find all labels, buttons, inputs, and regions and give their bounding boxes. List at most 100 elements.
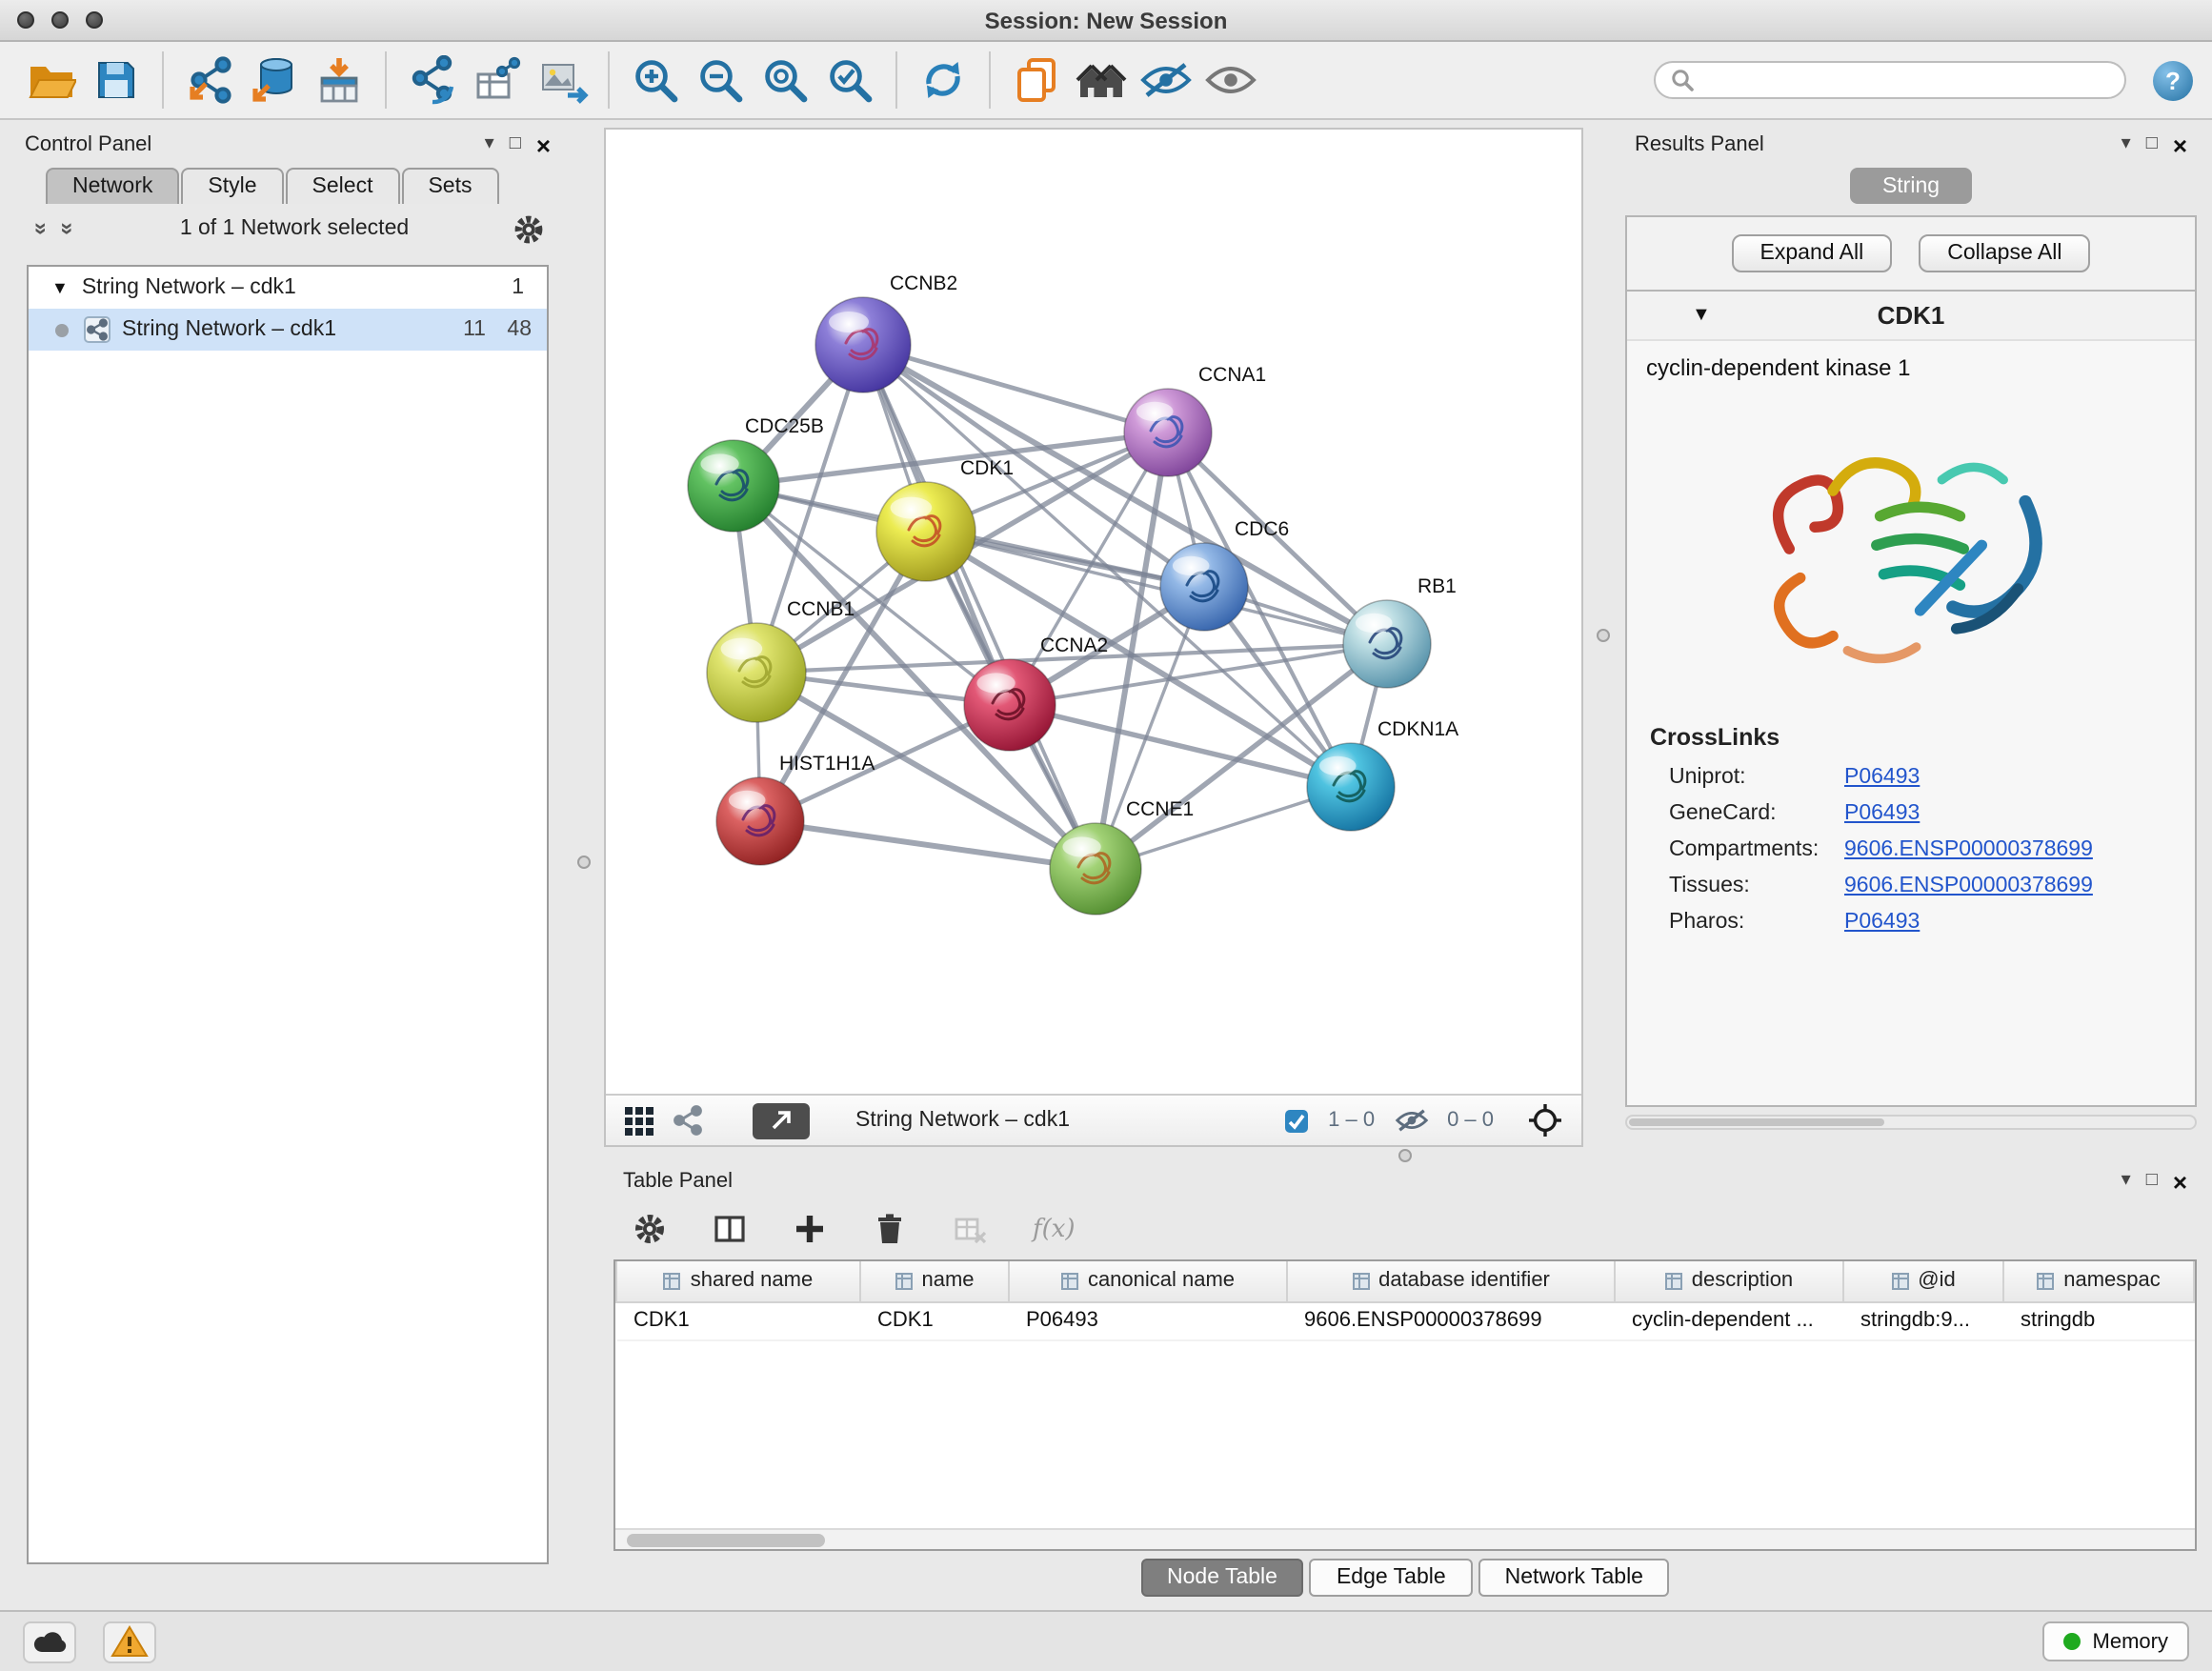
detach-view-button[interactable] <box>753 1102 810 1138</box>
network-node-CDC25B[interactable] <box>688 440 779 532</box>
crosslink-link[interactable]: P06493 <box>1844 911 1920 934</box>
network-collection-row[interactable]: ▼ String Network – cdk1 1 <box>29 267 547 309</box>
refresh-view-button[interactable] <box>915 48 972 112</box>
expand-all-button[interactable]: Expand All <box>1732 234 1893 272</box>
zoom-selected-button[interactable] <box>821 48 878 112</box>
network-node-HIST1H1A[interactable] <box>716 777 804 865</box>
search-input[interactable] <box>1703 69 2109 91</box>
tab-sets[interactable]: Sets <box>401 168 498 204</box>
tab-string[interactable]: String <box>1850 168 1972 204</box>
export-image-button[interactable] <box>533 48 591 112</box>
column-header-namespace[interactable]: namespac <box>2003 1261 2194 1301</box>
cell-at-id[interactable]: stringdb:9... <box>1843 1301 2003 1339</box>
network-node-RB1[interactable] <box>1343 600 1431 688</box>
network-view[interactable]: CCNB2CCNA1CDC25BCDK1CDC6RB1CCNB1CCNA2CDK… <box>604 128 1583 1147</box>
save-session-button[interactable] <box>88 48 145 112</box>
panel-maximize-icon[interactable]: □ <box>510 135 521 154</box>
zoom-in-button[interactable] <box>627 48 684 112</box>
help-button[interactable]: ? <box>2153 60 2193 100</box>
panel-maximize-icon[interactable]: □ <box>2146 135 2158 154</box>
home-pages-button[interactable] <box>1073 48 1130 112</box>
network-row-selected[interactable]: String Network – cdk1 11 48 <box>29 309 547 351</box>
tree-expander-icon[interactable]: ▼ <box>51 278 69 297</box>
column-header-database-identifier[interactable]: database identifier <box>1287 1261 1615 1301</box>
column-header-at-id[interactable]: @id <box>1843 1261 2003 1301</box>
fit-selection-crosshair-icon[interactable] <box>1528 1103 1562 1137</box>
network-node-CCNA1[interactable] <box>1124 389 1212 476</box>
window-zoom-button[interactable] <box>86 11 103 29</box>
cell-name[interactable]: CDK1 <box>860 1301 1009 1339</box>
panel-float-icon[interactable]: ▾ <box>2122 135 2131 154</box>
network-canvas[interactable]: CCNB2CCNA1CDC25BCDK1CDC6RB1CCNB1CCNA2CDK… <box>606 130 1581 1094</box>
import-network-from-file-button[interactable] <box>181 48 238 112</box>
search-box[interactable] <box>1654 61 2126 99</box>
import-network-from-database-button[interactable] <box>246 48 303 112</box>
crosslink-link[interactable]: P06493 <box>1844 766 1920 789</box>
new-table-button[interactable] <box>469 48 526 112</box>
warnings-button[interactable] <box>103 1621 156 1662</box>
memory-button[interactable]: Memory <box>2043 1621 2189 1661</box>
horizontal-splitter-handle[interactable] <box>1398 1149 1412 1162</box>
birds-eye-view-icon[interactable] <box>625 1106 654 1135</box>
network-node-CCNB2[interactable] <box>815 297 911 393</box>
tab-node-table[interactable]: Node Table <box>1140 1558 1304 1596</box>
network-node-CCNB1[interactable] <box>707 623 806 722</box>
table-settings-gear-icon[interactable] <box>633 1212 667 1246</box>
copy-button[interactable] <box>1008 48 1065 112</box>
right-splitter-handle[interactable] <box>1597 629 1610 642</box>
cell-description[interactable]: cyclin-dependent ... <box>1615 1301 1843 1339</box>
crosslink-link[interactable]: P06493 <box>1844 802 1920 825</box>
selected-checkbox-icon[interactable] <box>1284 1108 1309 1133</box>
column-header-canonical-name[interactable]: canonical name <box>1009 1261 1287 1301</box>
add-column-icon[interactable] <box>793 1212 827 1246</box>
expand-all-icon[interactable]: « <box>51 217 78 240</box>
tab-edge-table[interactable]: Edge Table <box>1310 1558 1473 1596</box>
zoom-fit-button[interactable] <box>756 48 814 112</box>
panel-float-icon[interactable]: ▾ <box>2122 1172 2131 1191</box>
options-gear-icon[interactable] <box>513 212 545 245</box>
network-node-CCNE1[interactable] <box>1050 823 1141 915</box>
panel-float-icon[interactable]: ▾ <box>485 135 494 154</box>
table-row[interactable]: CDK1 CDK1 P06493 9606.ENSP00000378699 cy… <box>616 1301 2194 1339</box>
cell-namespace[interactable]: stringdb <box>2003 1301 2194 1339</box>
hide-selected-button[interactable] <box>1137 48 1195 112</box>
tab-select[interactable]: Select <box>286 168 400 204</box>
tab-style[interactable]: Style <box>181 168 283 204</box>
cloud-status-button[interactable] <box>23 1621 76 1662</box>
network-edge-CDK1-RB1[interactable] <box>926 532 1387 644</box>
delete-column-trash-icon[interactable] <box>873 1212 907 1246</box>
panel-close-icon[interactable]: × <box>2173 1169 2187 1194</box>
gene-section-header[interactable]: ▼ CDK1 <box>1627 292 2195 341</box>
network-node-CCNA2[interactable] <box>964 659 1056 751</box>
left-splitter-handle[interactable] <box>577 856 591 869</box>
show-all-button[interactable] <box>1202 48 1259 112</box>
crosslink-link[interactable]: 9606.ENSP00000378699 <box>1844 838 2093 861</box>
network-edge-CCNB2-CCNE1[interactable] <box>863 345 1096 869</box>
panel-close-icon[interactable]: × <box>2173 132 2187 157</box>
network-node-CDC6[interactable] <box>1160 543 1248 631</box>
open-session-button[interactable] <box>23 48 80 112</box>
column-header-description[interactable]: description <box>1615 1261 1843 1301</box>
collapse-all-button[interactable]: Collapse All <box>1919 234 2090 272</box>
network-overview-icon[interactable] <box>673 1105 703 1136</box>
zoom-out-button[interactable] <box>692 48 749 112</box>
show-columns-icon[interactable] <box>713 1212 747 1246</box>
import-table-from-file-button[interactable] <box>311 48 368 112</box>
column-header-name[interactable]: name <box>860 1261 1009 1301</box>
panel-maximize-icon[interactable]: □ <box>2146 1172 2158 1191</box>
network-node-CDKN1A[interactable] <box>1307 743 1395 831</box>
new-network-button[interactable] <box>404 48 461 112</box>
network-edge-HIST1H1A-CCNE1[interactable] <box>760 821 1096 869</box>
panel-close-icon[interactable]: × <box>536 132 551 157</box>
gene-expander-icon[interactable]: ▼ <box>1692 305 1711 326</box>
crosslink-link[interactable]: 9606.ENSP00000378699 <box>1844 875 2093 897</box>
table-horizontal-scrollbar[interactable] <box>615 1528 2195 1549</box>
window-close-button[interactable] <box>17 11 34 29</box>
results-horizontal-scrollbar[interactable] <box>1625 1115 2197 1130</box>
cell-canonical-name[interactable]: P06493 <box>1009 1301 1287 1339</box>
cell-database-identifier[interactable]: 9606.ENSP00000378699 <box>1287 1301 1615 1339</box>
cell-shared-name[interactable]: CDK1 <box>616 1301 860 1339</box>
column-header-shared-name[interactable]: shared name <box>616 1261 860 1301</box>
hidden-eye-slash-icon[interactable] <box>1394 1107 1428 1134</box>
tab-network-table[interactable]: Network Table <box>1478 1558 1670 1596</box>
